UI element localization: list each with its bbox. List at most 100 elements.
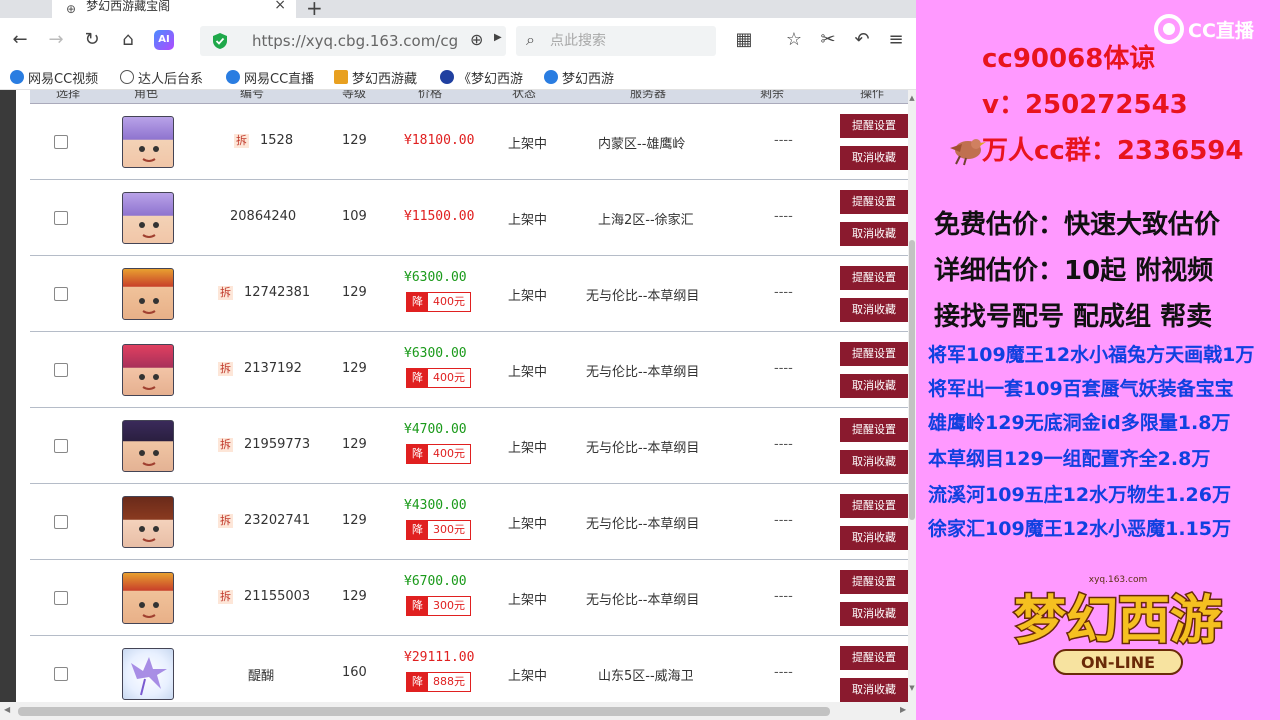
row-checkbox[interactable] [54,287,68,301]
bookmark-item[interactable]: 梦幻西游 [544,68,632,86]
character-avatar[interactable] [122,648,174,700]
price: ¥6300.00 [404,270,467,285]
bookmark-item[interactable]: 梦幻西游藏 [334,68,422,86]
character-id[interactable]: 醍醐 [248,665,274,684]
character-avatar[interactable] [122,268,174,320]
bookmark-item[interactable]: 达人后台系 [120,68,208,86]
cancel-favorite-button[interactable]: 取消收藏 [840,526,908,550]
header-cell: 状态 [512,90,537,100]
listing-item: 本草纲目129一组配置齐全2.8万 [928,448,1211,470]
server-name: 上海2区--徐家汇 [598,213,694,228]
remind-settings-button[interactable]: 提醒设置 [840,646,908,670]
scroll-thumb[interactable] [18,707,830,716]
remaining-time: ---- [774,285,793,300]
row-checkbox[interactable] [54,591,68,605]
remind-settings-button[interactable]: 提醒设置 [840,190,908,214]
row-checkbox[interactable] [54,211,68,225]
split-badge: 拆 [234,134,249,148]
server-name: 内蒙区--雄鹰岭 [598,137,686,152]
left-sidebar [0,90,16,720]
reload-icon[interactable]: ↻ [80,28,104,52]
character-avatar[interactable] [122,344,174,396]
cancel-favorite-button[interactable]: 取消收藏 [840,602,908,626]
cancel-favorite-button[interactable]: 取消收藏 [840,374,908,398]
remind-settings-button[interactable]: 提醒设置 [840,494,908,518]
back-icon[interactable]: ← [8,28,32,52]
new-tab-icon[interactable]: + [306,0,323,20]
browser-window: ⊕ 梦幻西游藏宝阁 × + ← → ↻ ⌂ AI https://xyq.cbg… [0,0,916,720]
row-checkbox[interactable] [54,135,68,149]
server-name: 无与伦比--本草纲目 [586,517,700,532]
browser-toolbar: ← → ↻ ⌂ AI https://xyq.cbg.163.com/cg ⊕ … [0,18,916,62]
remaining-time: ---- [774,437,793,452]
vertical-scrollbar[interactable]: ▲ ▼ [908,90,916,702]
cancel-favorite-button[interactable]: 取消收藏 [840,678,908,702]
character-id[interactable]: 23202741 [244,513,310,528]
cc-brand-text: CC直播 [1188,19,1254,42]
split-badge: 拆 [218,286,233,300]
character-avatar[interactable] [122,496,174,548]
scroll-thumb[interactable] [909,240,915,520]
character-id[interactable]: 2137192 [244,361,302,376]
cancel-favorite-button[interactable]: 取消收藏 [840,298,908,322]
scissors-icon[interactable]: ✂ [816,28,840,52]
ai-icon[interactable]: AI [154,30,174,50]
game-logo-url: xyq.163.com [1089,575,1148,585]
horizontal-scrollbar[interactable]: ◀ ▶ [0,702,916,720]
remind-settings-button[interactable]: 提醒设置 [840,418,908,442]
row-checkbox[interactable] [54,363,68,377]
zoom-icon[interactable]: ⊕ [470,30,483,49]
scroll-left-icon[interactable]: ◀ [4,705,10,714]
character-id[interactable]: 1528 [260,133,293,148]
tab-cbg[interactable]: ⊕ 梦幻西游藏宝阁 × [52,0,296,18]
bookmarks-bar: 网易CC视频 达人后台系 网易CC直播 梦幻西游藏 《梦幻西游 梦幻西游 [0,62,916,90]
character-id[interactable]: 21155003 [244,589,310,604]
character-avatar[interactable] [122,192,174,244]
scroll-right-icon[interactable]: ▶ [900,705,906,714]
character-avatar[interactable] [122,116,174,168]
cancel-favorite-button[interactable]: 取消收藏 [840,450,908,474]
remaining-time: ---- [774,589,793,604]
close-icon[interactable]: × [274,0,286,13]
row-checkbox[interactable] [54,667,68,681]
bookmark-item[interactable]: 网易CC视频 [10,68,104,86]
remind-settings-button[interactable]: 提醒设置 [840,266,908,290]
character-id[interactable]: 20864240 [230,209,296,224]
cancel-favorite-button[interactable]: 取消收藏 [840,146,908,170]
header-cell: 服务器 [630,90,667,100]
character-avatar[interactable] [122,572,174,624]
remind-settings-button[interactable]: 提醒设置 [840,342,908,366]
undo-icon[interactable]: ↶ [850,28,874,52]
bookmark-icon [10,70,24,84]
header-cell: 操作 [860,90,885,100]
character-id[interactable]: 12742381 [244,285,310,300]
search-box[interactable]: ⌕ [516,26,716,56]
price-drop-label: 降 [407,445,428,463]
row-checkbox[interactable] [54,515,68,529]
row-checkbox[interactable] [54,439,68,453]
bookmark-item[interactable]: 网易CC直播 [226,68,318,86]
character-avatar[interactable] [122,420,174,472]
price: ¥4700.00 [404,422,467,437]
chevron-right-icon[interactable]: ▶ [494,32,502,43]
search-input[interactable] [550,32,710,50]
remind-settings-button[interactable]: 提醒设置 [840,570,908,594]
scroll-up-icon[interactable]: ▲ [908,94,916,102]
grid-icon[interactable]: ▦ [732,28,756,52]
home-icon[interactable]: ⌂ [116,28,140,52]
character-id[interactable]: 21959773 [244,437,310,452]
cancel-favorite-button[interactable]: 取消收藏 [840,222,908,246]
split-badge: 拆 [218,590,233,604]
cc-live-logo: CC直播 [1154,14,1254,44]
remind-settings-button[interactable]: 提醒设置 [840,114,908,138]
forward-icon[interactable]: → [44,28,68,52]
remaining-time: ---- [774,361,793,376]
status: 上架中 [508,365,548,380]
scroll-down-icon[interactable]: ▼ [908,684,916,692]
header-cell: 价格 [418,90,443,100]
address-bar[interactable]: https://xyq.cbg.163.com/cg ⊕ ▶ [200,26,506,56]
bookmark-item[interactable]: 《梦幻西游 [440,68,528,86]
menu-icon[interactable]: ≡ [884,28,908,52]
table-row: 拆 1528 129 ¥18100.00 上架中 内蒙区--雄鹰岭 ---- 提醒设置 取消收藏 [30,104,908,180]
bookmark-star-icon[interactable]: ☆ [782,28,806,52]
